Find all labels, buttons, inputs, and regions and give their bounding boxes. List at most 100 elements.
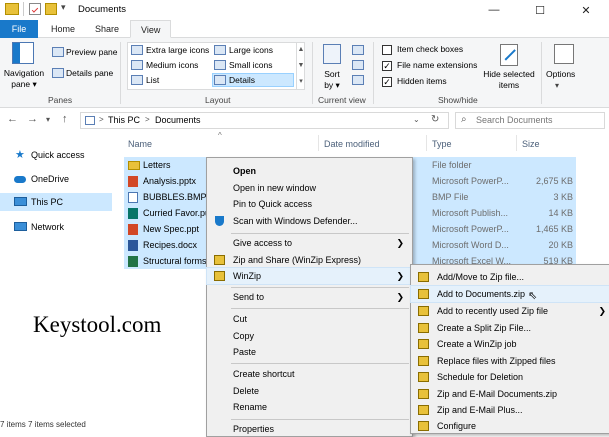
menu-item-zip-email[interactable]: Zip and E-Mail Documents.zip xyxy=(411,386,609,402)
file-name-extensions-checkbox[interactable]: ✓ xyxy=(382,61,392,71)
preview-pane-button[interactable]: Preview pane xyxy=(66,47,118,58)
search-placeholder[interactable]: Search Documents xyxy=(476,115,553,125)
search-box[interactable]: ⌕ Search Documents xyxy=(455,112,605,129)
size-columns-icon[interactable] xyxy=(352,75,364,85)
menu-item-give-access[interactable]: Give access to ❯ xyxy=(207,235,412,251)
sort-by-button[interactable]: Sort by ▾ xyxy=(320,69,344,91)
mouse-cursor-icon: ⇖ xyxy=(528,290,538,302)
maximize-button[interactable]: ☐ xyxy=(517,0,563,20)
file-row-structural-forms[interactable]: Structural forms xyxy=(124,253,206,269)
file-type: Microsoft Word D... xyxy=(432,240,509,250)
file-row-curried-favor[interactable]: Curried Favor.pu xyxy=(124,205,206,221)
options-icon xyxy=(554,44,574,64)
chevron-down-icon[interactable]: ⌄ xyxy=(413,115,420,124)
powerpoint-icon xyxy=(128,224,138,235)
hidden-items-checkbox[interactable]: ✓ xyxy=(382,77,392,87)
breadcrumb-this-pc[interactable]: This PC xyxy=(108,115,140,125)
menu-item-copy[interactable]: Copy xyxy=(207,328,412,344)
file-row-new-spec[interactable]: New Spec.ppt xyxy=(124,221,206,237)
item-check-boxes-label: Item check boxes xyxy=(397,44,464,54)
details-icon xyxy=(214,75,226,85)
menu-item-winzip-job[interactable]: Create a WinZip job xyxy=(411,336,609,352)
menu-item-cut[interactable]: Cut xyxy=(207,311,412,327)
back-arrow-icon[interactable]: ← xyxy=(7,113,18,125)
tab-share[interactable]: Share xyxy=(85,20,129,38)
new-folder-icon[interactable] xyxy=(45,3,57,15)
menu-item-winzip[interactable]: WinZip ❯ xyxy=(206,267,413,285)
add-columns-icon[interactable] xyxy=(352,60,364,70)
menu-item-configure[interactable]: Configure xyxy=(411,418,609,434)
layout-small-icons[interactable]: Small icons xyxy=(229,60,272,71)
menu-item-replace-zipped[interactable]: Replace files with Zipped files xyxy=(411,353,609,369)
properties-icon[interactable] xyxy=(29,3,41,15)
menu-item-zip-email-plus[interactable]: Zip and E-Mail Plus... xyxy=(411,402,609,418)
menu-item-rename[interactable]: Rename xyxy=(207,399,412,415)
menu-item-recent-zip[interactable]: Add to recently used Zip file ❯ xyxy=(411,303,609,319)
close-button[interactable]: ✕ xyxy=(563,0,609,20)
menu-item-send-to[interactable]: Send to ❯ xyxy=(207,289,412,305)
winzip-icon xyxy=(418,323,429,333)
layout-extra-large-icons[interactable]: Extra large icons xyxy=(146,45,209,56)
menu-item-add-move-zip[interactable]: Add/Move to Zip file... xyxy=(411,269,609,285)
layout-details[interactable]: Details xyxy=(229,75,255,86)
navigation-pane-button[interactable]: Navigation pane ▾ xyxy=(2,68,46,90)
hide-selected-items-button[interactable]: Hide selected items xyxy=(478,69,540,91)
winzip-icon xyxy=(214,255,225,265)
menu-item-properties[interactable]: Properties xyxy=(207,421,412,437)
nav-item-network[interactable]: Network xyxy=(0,218,112,236)
winzip-icon xyxy=(418,306,429,316)
winzip-icon xyxy=(418,421,429,431)
options-button[interactable]: Options xyxy=(546,69,575,80)
file-row-letters[interactable]: Letters xyxy=(124,157,206,173)
menu-item-delete[interactable]: Delete xyxy=(207,383,412,399)
recent-locations-icon[interactable]: ▾ xyxy=(46,115,50,124)
group-by-icon[interactable] xyxy=(352,45,364,55)
file-size: 20 KB xyxy=(548,240,573,250)
nav-item-quick-access[interactable]: ★ Quick access xyxy=(0,146,112,164)
layout-list[interactable]: List xyxy=(146,75,159,86)
forward-arrow-icon[interactable]: → xyxy=(27,113,38,125)
menu-item-split-zip[interactable]: Create a Split Zip File... xyxy=(411,320,609,336)
chevron-down-icon[interactable]: ▾ xyxy=(555,81,559,90)
gallery-scroll[interactable]: ▲ ▼ ▾ xyxy=(296,42,305,90)
column-header-date-modified[interactable]: Date modified xyxy=(324,139,380,149)
file-type: BMP File xyxy=(432,192,469,202)
breadcrumb-documents[interactable]: Documents xyxy=(155,115,201,125)
address-bar[interactable]: > This PC > Documents ⌄ ↻ xyxy=(80,112,449,129)
tab-view[interactable]: View xyxy=(130,20,172,38)
menu-item-paste[interactable]: Paste xyxy=(207,344,412,360)
chevron-right-icon: ❯ xyxy=(396,238,404,248)
details-pane-button[interactable]: Details pane xyxy=(66,68,113,79)
item-check-boxes-checkbox[interactable] xyxy=(382,45,392,55)
file-row-analysis[interactable]: Analysis.pptx xyxy=(124,173,206,189)
menu-item-zip-share[interactable]: Zip and Share (WinZip Express) xyxy=(207,252,412,268)
cloud-icon xyxy=(14,176,26,183)
star-icon: ★ xyxy=(15,149,25,161)
file-type: Microsoft PowerP... xyxy=(432,224,509,234)
tab-home[interactable]: Home xyxy=(41,20,85,38)
layout-large-icons[interactable]: Large icons xyxy=(229,45,273,56)
minimize-button[interactable]: — xyxy=(471,0,517,20)
menu-item-open-new-window[interactable]: Open in new window xyxy=(207,180,412,196)
context-menu: Open Open in new window Pin to Quick acc… xyxy=(206,157,413,437)
refresh-icon[interactable]: ↻ xyxy=(431,114,439,125)
menu-item-create-shortcut[interactable]: Create shortcut xyxy=(207,366,412,382)
menu-item-schedule-deletion[interactable]: Schedule for Deletion xyxy=(411,369,609,385)
column-header-type[interactable]: Type xyxy=(432,139,452,149)
tab-file[interactable]: File xyxy=(0,20,38,38)
nav-item-this-pc[interactable]: This PC xyxy=(0,193,112,211)
winzip-icon xyxy=(418,289,429,299)
chevron-down-icon[interactable]: ▾ xyxy=(61,2,66,13)
menu-item-open[interactable]: Open xyxy=(207,163,412,179)
file-row-bubbles[interactable]: BUBBLES.BMP xyxy=(124,189,207,205)
column-header-size[interactable]: Size xyxy=(522,139,540,149)
nav-item-onedrive[interactable]: OneDrive xyxy=(0,170,112,188)
file-row-recipes[interactable]: Recipes.docx xyxy=(124,237,206,253)
this-pc-icon xyxy=(85,116,95,125)
up-arrow-icon[interactable]: ↑ xyxy=(62,113,68,125)
menu-item-add-documents-zip[interactable]: Add to Documents.zip ⇖ xyxy=(410,285,609,303)
column-header-name[interactable]: Name xyxy=(128,139,152,149)
layout-medium-icons[interactable]: Medium icons xyxy=(146,60,198,71)
menu-item-pin-quick-access[interactable]: Pin to Quick access xyxy=(207,196,412,212)
menu-item-scan-defender[interactable]: Scan with Windows Defender... xyxy=(207,213,412,229)
